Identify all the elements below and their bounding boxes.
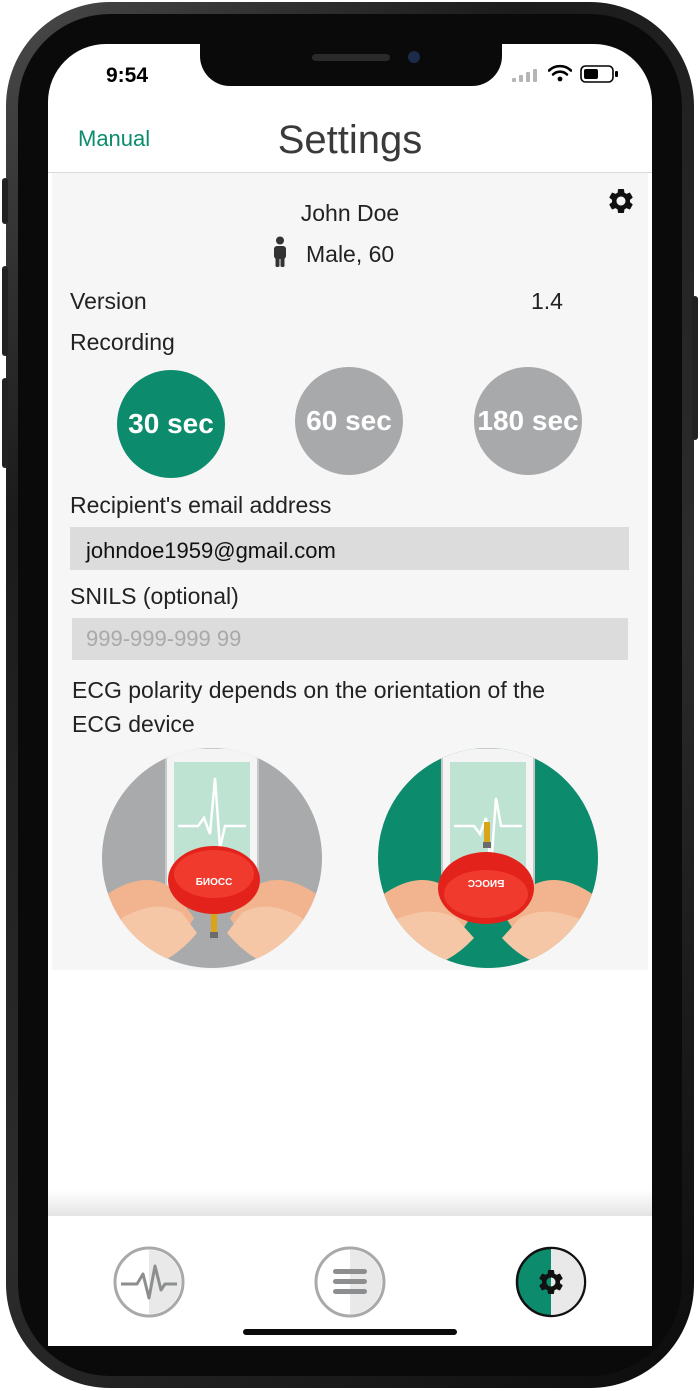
ecg-icon[interactable] [113, 1246, 185, 1318]
profile-gender-age: Male, 60 [306, 241, 395, 267]
speaker [312, 54, 390, 61]
version-value: 1.4 [531, 288, 563, 314]
gear-icon[interactable] [606, 186, 636, 216]
volume-down-button [2, 378, 8, 468]
wifi-icon [548, 64, 572, 82]
recording-label: Recording [70, 329, 175, 355]
battery-icon [580, 65, 618, 83]
side-button [692, 296, 698, 440]
svg-text:БИОСС: БИОСС [468, 877, 505, 888]
recording-option-30[interactable]: 30 sec [117, 370, 225, 478]
snils-label: SNILS (optional) [70, 583, 239, 609]
email-value[interactable]: johndoe1959@gmail.com [86, 538, 336, 564]
page-title: Settings [277, 118, 423, 162]
ecg-polarity-text: ECG polarity depends on the orientation … [72, 677, 546, 737]
person-icon [274, 236, 286, 267]
menu-icon[interactable] [314, 1246, 386, 1318]
status-time: 9:54 [106, 64, 149, 87]
tabbar-shadow [48, 1190, 652, 1218]
home-indicator[interactable] [243, 1329, 457, 1335]
settings-icon[interactable] [515, 1246, 587, 1318]
front-camera [408, 51, 420, 63]
ecg-orientation-normal-illustration: БИОСС [102, 748, 322, 968]
email-label: Recipient's email address [70, 492, 332, 518]
mute-switch [2, 178, 8, 224]
recording-option-180[interactable]: 180 sec [474, 367, 582, 475]
signal-icon [512, 69, 537, 82]
ecg-orientation-reversed-illustration: БИОСС [378, 748, 598, 968]
notch [200, 44, 502, 86]
version-label: Version [70, 288, 147, 314]
recording-option-60[interactable]: 60 sec [295, 367, 403, 475]
volume-up-button [2, 266, 8, 356]
manual-link[interactable]: Manual [78, 126, 150, 152]
snils-input[interactable] [86, 618, 606, 660]
profile-name: John Doe [300, 200, 400, 226]
svg-text:БИОСС: БИОСС [196, 877, 233, 888]
